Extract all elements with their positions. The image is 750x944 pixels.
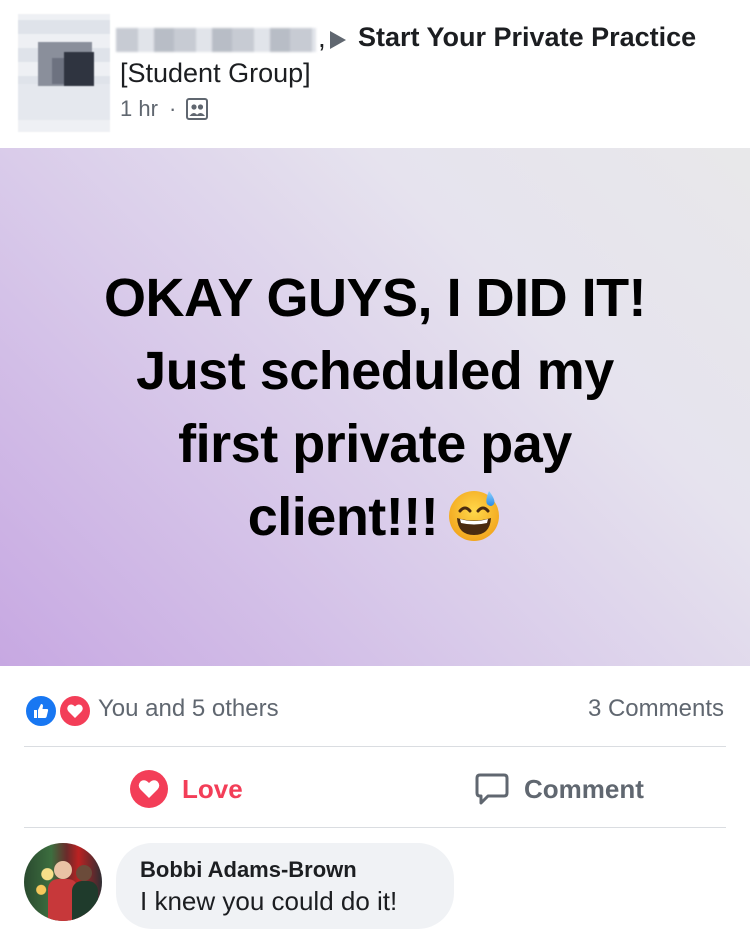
comment-bubble-icon [475,773,509,805]
poster-avatar[interactable] [18,14,110,132]
divider [24,827,726,828]
comment-button[interactable]: Comment [474,768,644,810]
comment-label: Comment [524,773,644,804]
commenter-avatar[interactable] [24,843,102,921]
post-header: , Start Your Private Practice [Student G… [0,0,750,148]
love-label: Love [182,773,243,804]
divider [24,746,726,747]
post-text: OKAY GUYS, I DID IT! Just scheduled my f… [40,262,710,554]
post-line: Just scheduled my [136,341,614,401]
post-line: client!!! [247,487,439,547]
group-name-link[interactable]: Start Your Private Practice [358,22,696,53]
reaction-summary[interactable]: You and 5 others [98,695,279,723]
comment-text: I knew you could do it! [140,886,398,916]
love-icon [58,694,92,728]
love-reaction-icon [130,770,168,808]
grinning-face-with-sweat-emoji [449,491,500,541]
shared-to-arrow-icon [330,31,346,49]
group-tag: [Student Group] [120,58,311,88]
post-line: OKAY GUYS, I DID IT! [103,268,647,328]
like-icon [24,694,58,728]
group-icon [186,98,208,120]
meta-separator: · [169,96,177,121]
poster-name-redacted[interactable] [116,28,316,52]
post-line: first private pay [178,414,572,474]
post-timestamp[interactable]: 1 hr [120,96,158,122]
name-separator: , [318,22,326,53]
comments-count[interactable]: 3 Comments [588,695,724,723]
love-button[interactable]: Love [130,768,243,810]
commenter-name[interactable]: Bobbi Adams-Brown [140,857,357,883]
post-line-last: client!!! [40,481,710,554]
